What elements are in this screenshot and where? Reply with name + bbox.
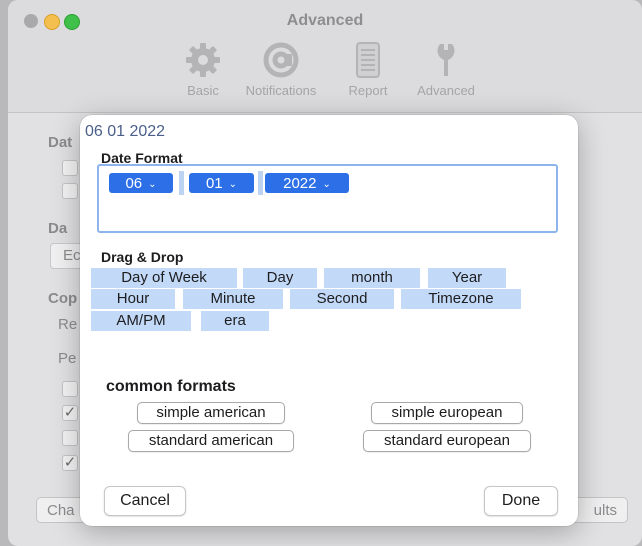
toolbar-advanced[interactable]: Advanced [396, 40, 496, 102]
bg-right-button-label: ults [593, 502, 617, 519]
at-sign-icon [231, 40, 331, 80]
month-segment[interactable]: 06 ⌄ [109, 173, 173, 193]
bg-row-label: Pe [58, 350, 77, 367]
day-segment[interactable]: 01 ⌄ [189, 173, 254, 193]
cancel-button[interactable]: Cancel [104, 486, 186, 516]
bg-section-heading: Cop [48, 290, 78, 307]
standard-european-button[interactable]: standard european [363, 430, 531, 452]
year-segment[interactable]: 2022 ⌄ [265, 173, 349, 193]
chevron-down-icon: ⌄ [228, 178, 238, 190]
wrench-icon [396, 40, 496, 80]
token-month[interactable]: month [324, 268, 420, 288]
date-format-sheet: 06 01 2022 Date Format 06 ⌄ 01 ⌄ 2022 ⌄ … [80, 115, 578, 526]
token-day-of-week[interactable]: Day of Week [91, 268, 237, 288]
done-button[interactable]: Done [484, 486, 558, 516]
segment-label: 06 [125, 174, 143, 192]
drag-drop-label: Drag & Drop [101, 249, 184, 265]
date-format-field[interactable]: 06 ⌄ 01 ⌄ 2022 ⌄ [97, 164, 558, 233]
token-hour[interactable]: Hour [91, 289, 175, 309]
window-title: Advanced [286, 12, 364, 29]
bg-section-heading: Dat [48, 134, 73, 151]
bg-checkbox-checked[interactable]: ✓ [62, 405, 78, 421]
token-timezone[interactable]: Timezone [401, 289, 521, 309]
bg-checkbox-checked[interactable]: ✓ [62, 455, 78, 471]
segment-label: 2022 [283, 174, 317, 192]
bg-checkbox[interactable] [62, 381, 78, 397]
bg-popup-label: Ec [63, 247, 81, 264]
common-formats-label: common formats [106, 378, 236, 395]
segment-separator [179, 171, 184, 195]
token-minute[interactable]: Minute [183, 289, 283, 309]
standard-american-button[interactable]: standard american [128, 430, 294, 452]
bg-checkbox[interactable] [62, 160, 78, 176]
toolbar-notifications[interactable]: Notifications [231, 40, 331, 102]
chevron-down-icon: ⌄ [322, 178, 331, 190]
token-second[interactable]: Second [290, 289, 394, 309]
segment-label: 01 [205, 174, 223, 192]
simple-american-button[interactable]: simple american [137, 402, 285, 424]
bg-section-heading: Da [48, 220, 68, 237]
window-toolbar: Advanced Basic Notifications Report Adva… [8, 0, 642, 113]
date-preview: 06 01 2022 [85, 123, 166, 140]
simple-european-button[interactable]: simple european [371, 402, 523, 424]
segment-separator [258, 171, 263, 195]
bg-left-button-label: Cha [47, 502, 75, 519]
token-year[interactable]: Year [428, 268, 506, 288]
bg-checkbox[interactable] [62, 430, 78, 446]
toolbar-label: Notifications [245, 83, 317, 98]
token-day[interactable]: Day [243, 268, 317, 288]
token-am-pm[interactable]: AM/PM [91, 311, 191, 331]
bg-row-label: Re [58, 316, 78, 333]
token-era[interactable]: era [201, 311, 269, 331]
chevron-down-icon: ⌄ [148, 178, 157, 190]
toolbar-label: Advanced [417, 83, 475, 98]
bg-checkbox[interactable] [62, 183, 78, 199]
